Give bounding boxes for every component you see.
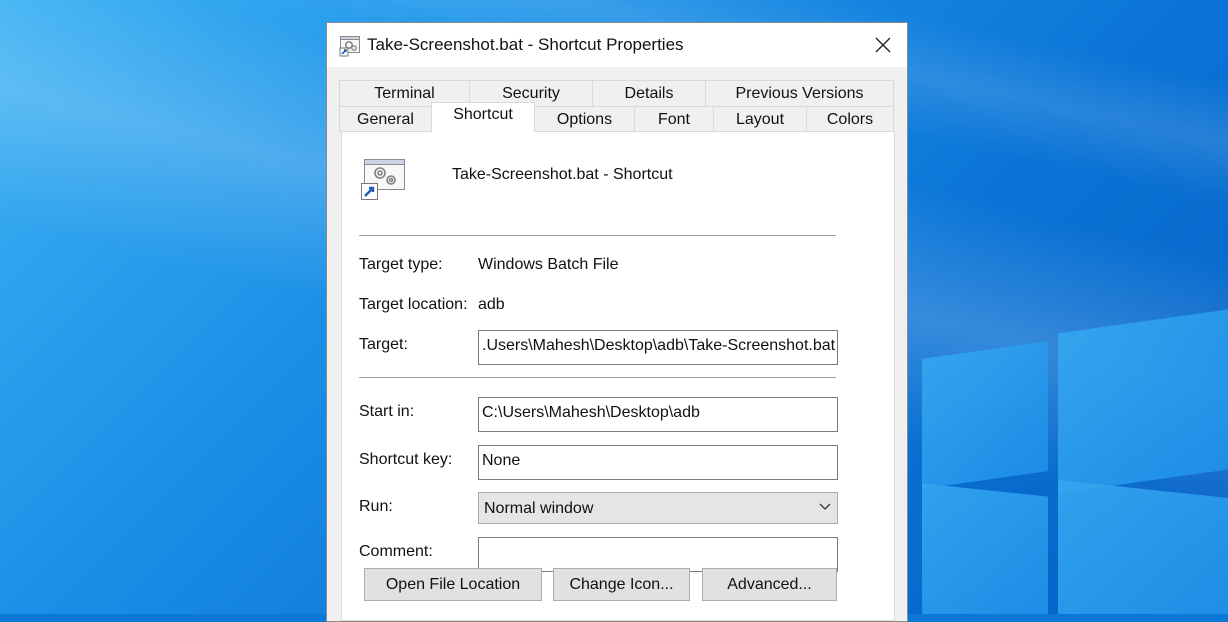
comment-label: Comment: bbox=[359, 543, 433, 560]
windows-logo-pane bbox=[922, 341, 1048, 489]
run-select[interactable]: Normal window bbox=[478, 492, 838, 524]
chevron-down-icon bbox=[819, 503, 831, 510]
target-input[interactable]: .Users\Mahesh\Desktop\adb\Take-Screensho… bbox=[478, 330, 838, 365]
windows-logo-pane bbox=[922, 483, 1048, 614]
run-select-value: Normal window bbox=[484, 500, 594, 517]
windows-logo-pane bbox=[1058, 306, 1228, 494]
change-icon-button[interactable]: Change Icon... bbox=[553, 568, 690, 601]
tab-font[interactable]: Font bbox=[634, 106, 714, 132]
tab-general[interactable]: General bbox=[339, 106, 432, 132]
window-title: Take-Screenshot.bat - Shortcut Propertie… bbox=[367, 35, 684, 54]
comment-input[interactable] bbox=[478, 537, 838, 572]
divider bbox=[359, 235, 836, 236]
run-label: Run: bbox=[359, 498, 393, 515]
target-type-value: Windows Batch File bbox=[478, 256, 619, 273]
tab-layout[interactable]: Layout bbox=[713, 106, 807, 132]
shortcut-name: Take-Screenshot.bat - Shortcut bbox=[452, 166, 673, 183]
target-location-label: Target location: bbox=[359, 296, 468, 313]
target-type-label: Target type: bbox=[359, 256, 443, 273]
shortcut-key-input[interactable]: None bbox=[478, 445, 838, 480]
open-file-location-button[interactable]: Open File Location bbox=[364, 568, 542, 601]
tab-colors[interactable]: Colors bbox=[806, 106, 894, 132]
tab-shortcut[interactable]: Shortcut bbox=[431, 102, 535, 132]
divider bbox=[359, 377, 836, 378]
start-in-label: Start in: bbox=[359, 403, 415, 420]
start-in-input[interactable]: C:\Users\Mahesh\Desktop\adb bbox=[478, 397, 838, 432]
properties-dialog: Take-Screenshot.bat - Shortcut Propertie… bbox=[326, 22, 908, 622]
close-button[interactable] bbox=[863, 27, 903, 63]
tab-details[interactable]: Details bbox=[592, 80, 706, 106]
title-bar[interactable]: Take-Screenshot.bat - Shortcut Propertie… bbox=[327, 23, 907, 67]
target-location-value: adb bbox=[478, 296, 505, 313]
target-label: Target: bbox=[359, 336, 408, 353]
tab-options[interactable]: Options bbox=[534, 106, 635, 132]
batch-file-icon bbox=[339, 35, 361, 57]
shortcut-key-label: Shortcut key: bbox=[359, 451, 453, 468]
tab-previous-versions[interactable]: Previous Versions bbox=[705, 80, 894, 106]
shortcut-file-icon bbox=[360, 158, 406, 202]
shortcut-tab-panel: Take-Screenshot.bat - Shortcut Target ty… bbox=[341, 131, 895, 621]
windows-logo-pane bbox=[1058, 480, 1228, 614]
close-icon bbox=[875, 37, 891, 53]
advanced-button[interactable]: Advanced... bbox=[702, 568, 837, 601]
